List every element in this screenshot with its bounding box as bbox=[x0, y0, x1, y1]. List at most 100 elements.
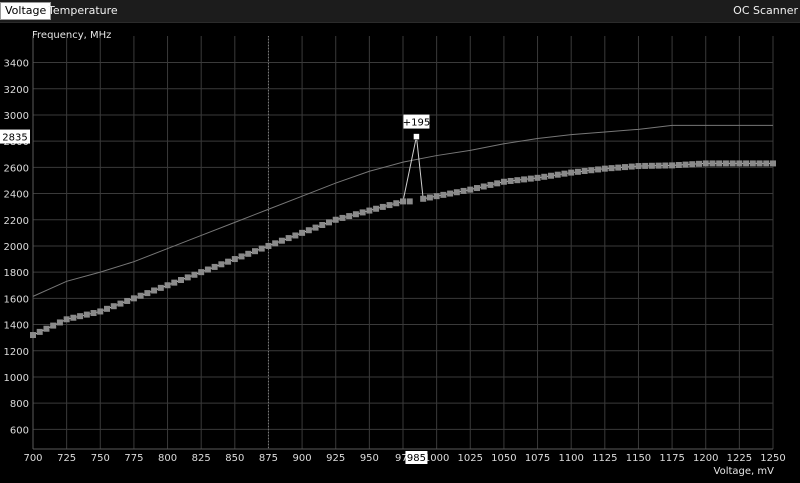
curve-point[interactable] bbox=[669, 162, 676, 169]
curve-point[interactable] bbox=[507, 177, 514, 184]
curve-point[interactable] bbox=[568, 169, 575, 176]
curve-point[interactable] bbox=[420, 195, 427, 202]
curve-point[interactable] bbox=[83, 311, 90, 318]
curve-point[interactable] bbox=[178, 277, 184, 284]
curve-point[interactable] bbox=[500, 178, 507, 185]
curve-point[interactable] bbox=[628, 163, 635, 170]
curve-point[interactable] bbox=[581, 168, 588, 175]
curve-point[interactable] bbox=[635, 163, 642, 170]
curve-point[interactable] bbox=[359, 209, 366, 216]
curve-point[interactable] bbox=[151, 287, 158, 294]
curve-point[interactable] bbox=[716, 160, 723, 167]
curve-point[interactable] bbox=[675, 161, 682, 168]
curve-point[interactable] bbox=[574, 168, 581, 175]
curve-point[interactable] bbox=[144, 290, 151, 297]
curve-point[interactable] bbox=[352, 211, 359, 218]
curve-point[interactable] bbox=[339, 214, 346, 221]
curve-point[interactable] bbox=[70, 314, 77, 321]
curve-point[interactable] bbox=[682, 161, 689, 168]
curve-point[interactable] bbox=[265, 242, 272, 249]
curve-point[interactable] bbox=[43, 325, 50, 332]
curve-point[interactable] bbox=[521, 176, 528, 183]
curve-point[interactable] bbox=[406, 198, 413, 205]
curve-point[interactable] bbox=[561, 170, 568, 177]
curve-point[interactable] bbox=[541, 173, 548, 180]
curve-point[interactable] bbox=[615, 164, 622, 171]
curve-point[interactable] bbox=[709, 160, 716, 167]
curve-point[interactable] bbox=[426, 194, 433, 201]
curve-point[interactable] bbox=[346, 213, 353, 220]
curve-point[interactable] bbox=[534, 174, 541, 181]
curve-point[interactable] bbox=[184, 274, 191, 281]
curve-point[interactable] bbox=[285, 235, 292, 242]
curve-point[interactable] bbox=[386, 202, 393, 209]
curve-point[interactable] bbox=[702, 160, 709, 167]
curve-point[interactable] bbox=[305, 227, 312, 234]
curve-point[interactable] bbox=[157, 284, 164, 291]
curve-point[interactable] bbox=[494, 180, 501, 187]
curve-point[interactable] bbox=[299, 229, 306, 236]
curve-point[interactable] bbox=[225, 258, 232, 265]
curve-point[interactable] bbox=[749, 160, 756, 167]
curve-point[interactable] bbox=[648, 162, 655, 169]
curve-point[interactable] bbox=[117, 300, 124, 307]
curve-point[interactable] bbox=[245, 250, 252, 257]
curve-point[interactable] bbox=[743, 160, 750, 167]
curve-point[interactable] bbox=[696, 160, 702, 167]
curve-point[interactable] bbox=[608, 165, 615, 172]
curve-point[interactable] bbox=[373, 205, 380, 212]
curve-point[interactable] bbox=[124, 297, 131, 304]
curve-point[interactable] bbox=[252, 248, 258, 255]
selected-curve-point[interactable] bbox=[413, 133, 420, 140]
curve-point[interactable] bbox=[689, 161, 696, 168]
curve-point[interactable] bbox=[77, 313, 84, 320]
curve-point[interactable] bbox=[514, 177, 521, 184]
curve-point[interactable] bbox=[164, 282, 171, 289]
curve-point[interactable] bbox=[642, 162, 649, 169]
curve-point[interactable] bbox=[722, 160, 729, 167]
curve-point[interactable] bbox=[662, 162, 669, 169]
curve-point[interactable] bbox=[756, 160, 763, 167]
curve-point[interactable] bbox=[211, 263, 218, 270]
curve-point[interactable] bbox=[588, 167, 595, 174]
curve-point[interactable] bbox=[480, 183, 487, 190]
curve-point[interactable] bbox=[474, 185, 480, 192]
curve-point[interactable] bbox=[595, 166, 602, 173]
curve-point[interactable] bbox=[554, 171, 561, 178]
curve-point[interactable] bbox=[622, 164, 628, 171]
curve-point[interactable] bbox=[467, 186, 474, 193]
curve-point[interactable] bbox=[30, 332, 36, 339]
curve-point[interactable] bbox=[258, 245, 265, 252]
curve-point[interactable] bbox=[548, 172, 554, 179]
curve-point[interactable] bbox=[393, 200, 400, 207]
curve-point[interactable] bbox=[447, 190, 454, 197]
curve-point[interactable] bbox=[90, 310, 97, 317]
curve-point[interactable] bbox=[191, 271, 198, 278]
curve-point[interactable] bbox=[218, 261, 225, 268]
curve-point[interactable] bbox=[770, 160, 776, 167]
curve-point[interactable] bbox=[319, 221, 326, 228]
curve-point[interactable] bbox=[312, 224, 319, 231]
curve-point[interactable] bbox=[204, 266, 211, 273]
curve-point[interactable] bbox=[231, 256, 238, 263]
curve-point[interactable] bbox=[729, 160, 736, 167]
curve-point[interactable] bbox=[292, 232, 299, 239]
vf-curve-chart[interactable]: 600 800 1000 1200 1400 1600 1800 2000 2200 2400 26… bbox=[0, 0, 800, 483]
curve-point[interactable] bbox=[130, 295, 137, 302]
curve-point[interactable] bbox=[56, 319, 63, 326]
curve-point[interactable] bbox=[601, 165, 608, 172]
curve-point[interactable] bbox=[332, 216, 339, 223]
curve-point[interactable] bbox=[97, 308, 104, 315]
curve-point[interactable] bbox=[278, 237, 285, 244]
curve-point[interactable] bbox=[460, 187, 467, 194]
curve-point[interactable] bbox=[736, 160, 743, 167]
curve-point[interactable] bbox=[453, 189, 460, 196]
curve-point[interactable] bbox=[487, 181, 494, 188]
curve-point[interactable] bbox=[110, 303, 117, 310]
curve-point[interactable] bbox=[104, 305, 110, 312]
curve-point[interactable] bbox=[379, 203, 386, 210]
curve-point[interactable] bbox=[63, 316, 70, 323]
curve-point[interactable] bbox=[763, 160, 770, 167]
curve-point[interactable] bbox=[137, 292, 144, 299]
curve-point[interactable] bbox=[198, 269, 205, 276]
